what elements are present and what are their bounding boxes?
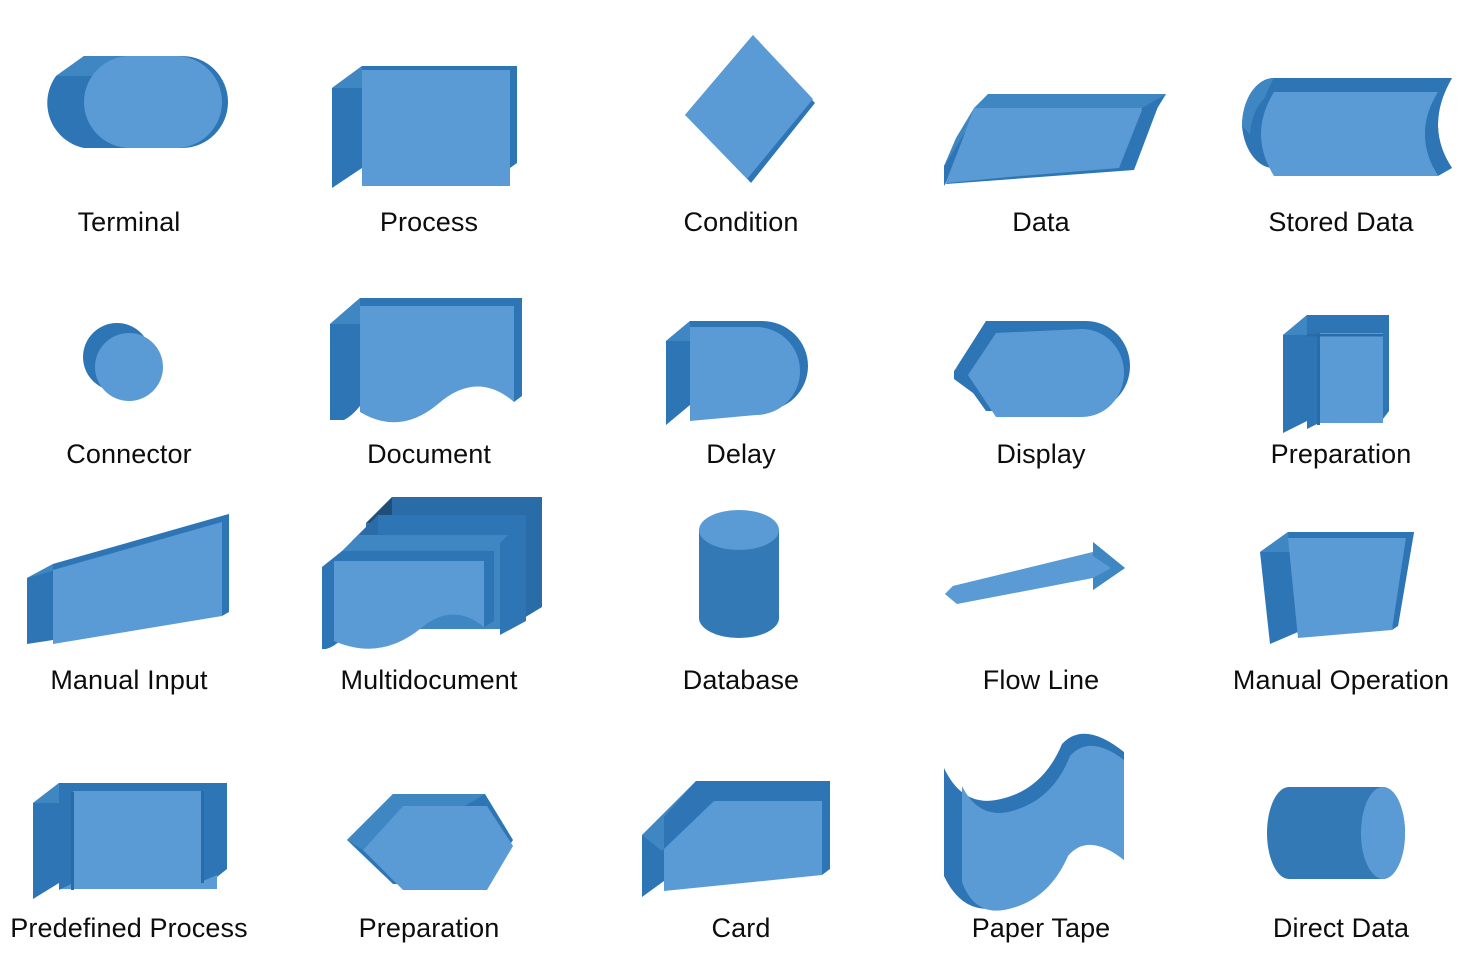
manual-input-shape (0, 500, 258, 666)
symbol-cell-condition[interactable]: Condition (612, 12, 870, 236)
symbol-cell-stored-data[interactable]: Stored Data (1212, 18, 1470, 236)
preparation-box-shape (1212, 286, 1470, 440)
symbol-label: Connector (66, 439, 192, 469)
symbol-label: Manual Operation (1232, 665, 1450, 695)
symbol-label: Flow Line (982, 665, 1100, 695)
symbol-label: Data (1012, 207, 1070, 237)
symbol-label: Document (367, 439, 491, 469)
document-shape (300, 278, 558, 440)
symbol-cell-data[interactable]: Data (912, 18, 1170, 236)
symbol-label: Manual Input (50, 665, 208, 695)
symbol-cell-display[interactable]: Display (912, 298, 1170, 468)
symbol-label: Predefined Process (10, 913, 248, 943)
symbol-label: Delay (706, 439, 776, 469)
symbol-label: Multidocument (340, 665, 518, 695)
symbol-cell-document[interactable]: Document (300, 278, 558, 468)
symbol-label: Direct Data (1272, 913, 1410, 943)
manual-operation-shape (1212, 498, 1470, 666)
display-shape (912, 298, 1170, 440)
symbol-cell-card[interactable]: Card (612, 744, 870, 942)
symbol-cell-manual-operation[interactable]: Manual Operation (1212, 498, 1470, 694)
symbol-label: Terminal (77, 207, 181, 237)
symbol-cell-flow-line[interactable]: Flow Line (912, 498, 1170, 694)
paper-tape-shape (912, 720, 1170, 914)
connector-shape (0, 300, 258, 440)
terminal-shape (0, 18, 258, 208)
symbol-label: Display (996, 439, 1086, 469)
symbol-label: Stored Data (1268, 207, 1414, 237)
symbol-cell-paper-tape[interactable]: Paper Tape (912, 720, 1170, 942)
multidocument-shape (300, 482, 558, 666)
symbol-cell-predefined-process[interactable]: Predefined Process (0, 744, 258, 942)
symbol-cell-database[interactable]: Database (612, 498, 870, 694)
stored-data-shape (1212, 18, 1470, 208)
symbol-cell-manual-input[interactable]: Manual Input (0, 500, 258, 694)
flow-line-arrow (912, 498, 1170, 666)
data-shape (912, 18, 1170, 208)
card-shape (612, 744, 870, 914)
symbol-cell-preparation-hex[interactable]: Preparation (300, 760, 558, 942)
symbol-cell-terminal[interactable]: Terminal (0, 18, 258, 236)
delay-shape (612, 298, 870, 440)
symbol-label: Condition (683, 207, 799, 237)
symbol-label: Paper Tape (971, 913, 1111, 943)
symbol-cell-preparation-box[interactable]: Preparation (1212, 286, 1470, 468)
symbol-cell-delay[interactable]: Delay (612, 298, 870, 468)
predefined-process-shape (0, 744, 258, 914)
symbol-cell-multidocument[interactable]: Multidocument (300, 482, 558, 694)
condition-shape (612, 12, 870, 208)
flowchart-symbol-sheet: Terminal Process Condition Data Stored D… (0, 0, 1470, 980)
symbol-cell-connector[interactable]: Connector (0, 300, 258, 468)
symbol-cell-direct-data[interactable]: Direct Data (1212, 744, 1470, 942)
database-shape (612, 498, 870, 666)
preparation-hexagon-shape (300, 760, 558, 914)
symbol-label: Process (379, 207, 479, 237)
symbol-label: Card (711, 913, 771, 943)
direct-data-shape (1212, 744, 1470, 914)
process-shape (300, 18, 558, 208)
symbol-label: Preparation (358, 913, 500, 943)
symbol-label: Database (682, 665, 800, 695)
symbol-label: Preparation (1270, 439, 1412, 469)
symbol-cell-process[interactable]: Process (300, 18, 558, 236)
